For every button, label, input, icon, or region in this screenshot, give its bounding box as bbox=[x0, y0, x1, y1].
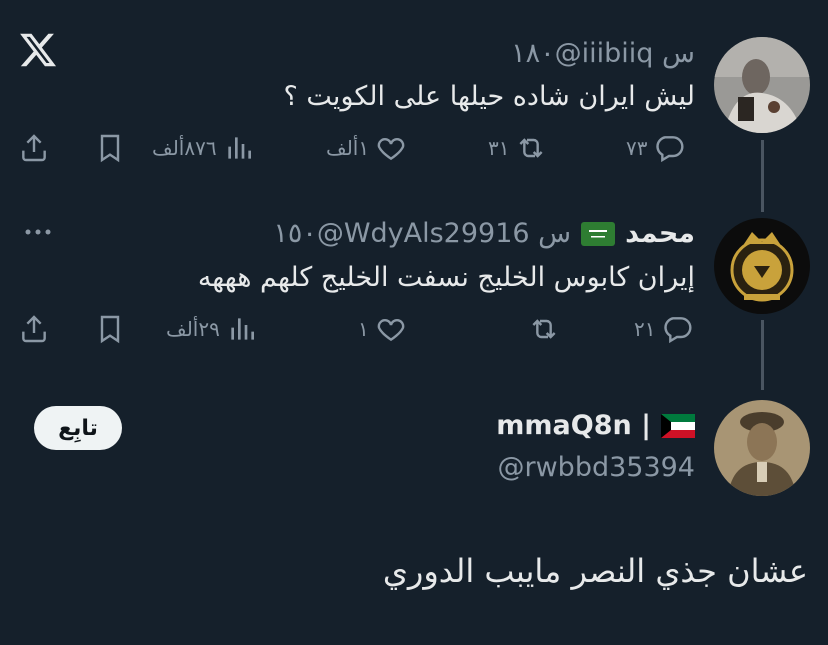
tweet-header: محمد ١٥٠@WdyAls29916 س bbox=[273, 218, 695, 249]
handle[interactable]: @rwbbd35394 bbox=[498, 452, 696, 483]
avatar[interactable] bbox=[714, 218, 810, 314]
reply-icon bbox=[664, 317, 693, 344]
avatar[interactable] bbox=[714, 400, 810, 496]
like-count: ١ألف bbox=[326, 136, 370, 160]
retweet-button[interactable] bbox=[522, 313, 560, 345]
share-icon bbox=[22, 315, 46, 343]
display-name[interactable]: محمد bbox=[625, 218, 695, 249]
heart-icon bbox=[377, 319, 405, 342]
share-icon bbox=[22, 134, 46, 162]
thread-line bbox=[761, 320, 764, 390]
reply-icon bbox=[656, 136, 685, 163]
more-options-icon[interactable] bbox=[22, 216, 54, 248]
retweet-count: ٣١ bbox=[488, 136, 510, 160]
views-count: ٨٧٦ألف bbox=[152, 136, 217, 160]
tweet-actions: ٨٧٦ألف ١ألف ٣١ ٧٣ bbox=[18, 132, 700, 172]
share-button[interactable] bbox=[18, 313, 50, 345]
reply-button[interactable]: ٧٣ bbox=[626, 132, 685, 164]
handle-time[interactable]: ١٥٠@WdyAls29916 س bbox=[273, 218, 571, 249]
views-icon bbox=[231, 318, 254, 340]
views-icon bbox=[227, 137, 251, 159]
like-button[interactable]: ١ألف bbox=[326, 132, 407, 164]
reply-count: ٢١ bbox=[634, 317, 656, 341]
retweet-button[interactable]: ٣١ bbox=[488, 132, 547, 164]
bookmark-button[interactable] bbox=[94, 132, 126, 164]
display-name[interactable]: mmaQ8n | bbox=[496, 410, 651, 441]
handle-time[interactable]: ١٨٠@iiibiiq س bbox=[511, 38, 695, 69]
views-count: ٢٩ألف bbox=[166, 317, 220, 341]
thread-line bbox=[761, 140, 764, 212]
reply-button[interactable]: ٢١ bbox=[634, 313, 693, 345]
tweet-text: إيران كابوس الخليج نسفت الخليج كلهم هههه bbox=[197, 262, 695, 293]
tweet-text: ليش ايران شاده حيلها على الكويت ؟ bbox=[283, 81, 696, 112]
bookmark-button[interactable] bbox=[94, 313, 126, 345]
views-button[interactable]: ٢٩ألف bbox=[166, 313, 258, 345]
saudi-flag-icon bbox=[581, 221, 616, 246]
tweet-actions: ٢٩ألف ١ ٢١ bbox=[18, 313, 700, 353]
like-button[interactable]: ١ bbox=[358, 313, 407, 345]
views-button[interactable]: ٨٧٦ألف bbox=[152, 132, 255, 164]
heart-icon bbox=[377, 138, 405, 161]
kuwait-flag-icon bbox=[661, 413, 695, 438]
retweet-icon bbox=[519, 138, 543, 158]
follow-button[interactable]: تابِع bbox=[34, 406, 122, 450]
avatar[interactable] bbox=[714, 37, 810, 133]
bookmark-icon bbox=[100, 315, 120, 344]
share-button[interactable] bbox=[18, 132, 50, 164]
bookmark-icon bbox=[100, 134, 120, 163]
user-header: mmaQ8n | bbox=[496, 410, 695, 441]
x-logo-icon[interactable] bbox=[18, 30, 58, 70]
reply-count: ٧٣ bbox=[626, 136, 648, 160]
tweet-text: عشان جذي النصر مايبب الدوري bbox=[382, 552, 808, 590]
like-count: ١ bbox=[358, 317, 369, 341]
tweet-header: ١٨٠@iiibiiq س bbox=[511, 38, 695, 69]
user-handle-row: @rwbbd35394 bbox=[498, 452, 696, 483]
retweet-icon bbox=[532, 319, 556, 339]
